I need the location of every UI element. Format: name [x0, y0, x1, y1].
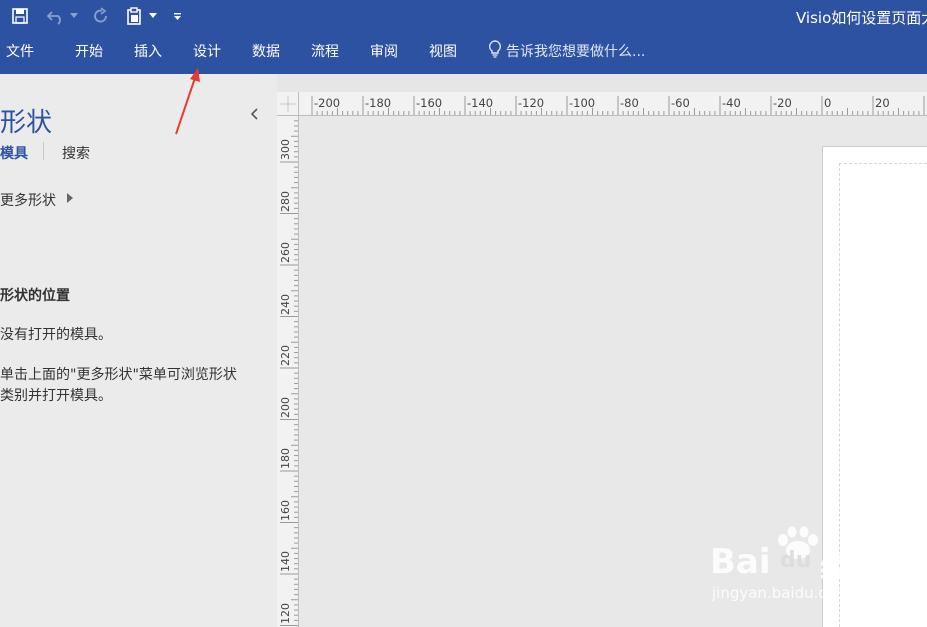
watermark-brand2: du: [780, 548, 812, 573]
hint-text-line2: 类别并打开模具。: [0, 388, 112, 404]
title-bar: Visio如何设置页面大: [0, 0, 927, 32]
tab-view[interactable]: 视图: [429, 41, 457, 61]
ruler-label: -160: [416, 96, 443, 110]
ruler-label: 20: [875, 96, 890, 110]
tab-file[interactable]: 文件: [6, 41, 34, 61]
tell-me-text: 告诉我您想要做什么...: [506, 44, 646, 60]
baidu-watermark: Bai du 经验 jingyan.baidu.com: [708, 524, 888, 604]
tab-design[interactable]: 设计: [193, 41, 221, 61]
more-shapes-button[interactable]: 更多形状: [0, 190, 74, 210]
ruler-label: 180: [279, 448, 292, 469]
tab-home[interactable]: 开始: [75, 41, 103, 61]
ruler-label: 240: [279, 293, 292, 315]
ruler-label: -180: [365, 96, 392, 110]
document-title: Visio如何设置页面大: [796, 9, 927, 27]
ribbon-tabs: 文件 开始 插入 设计 数据 流程 审阅 视图 告诉我您想要做什么...: [0, 32, 927, 74]
clipboard-icon[interactable]: [123, 5, 145, 27]
ruler-corner: [277, 92, 299, 116]
ruler-label: 260: [279, 242, 292, 263]
redo-icon[interactable]: [90, 5, 112, 27]
ruler-label: -20: [773, 96, 792, 110]
ruler-label: 140: [279, 551, 292, 572]
ruler-label: -100: [569, 96, 596, 110]
tab-review[interactable]: 审阅: [370, 41, 398, 61]
undo-icon[interactable]: [45, 5, 67, 27]
hint-text-line1: 单击上面的"更多形状"菜单可浏览形状: [0, 367, 237, 383]
tab-data[interactable]: 数据: [252, 41, 280, 61]
ruler-label: 220: [279, 345, 292, 366]
ruler-label: -120: [518, 96, 545, 110]
ruler-label: 0: [824, 96, 832, 110]
lightbulb-icon: [488, 40, 502, 62]
watermark-url: jingyan.baidu.com: [712, 584, 851, 602]
ruler-label: -80: [620, 96, 639, 110]
vertical-ruler[interactable]: 300 280 260 240 220 200 180 160 140 120: [277, 116, 299, 627]
horizontal-ruler[interactable]: -200 -180 -160 -140 -120 -100 -80 -60 -40 -20 0 20: [299, 92, 927, 116]
collapse-pane-icon[interactable]: [248, 106, 262, 122]
tab-separator: [43, 142, 44, 160]
ruler-label: 300: [279, 139, 292, 160]
ruler-label: -60: [671, 96, 690, 110]
tell-me-box[interactable]: 告诉我您想要做什么...: [488, 40, 645, 62]
shapes-pane-title: 形状: [0, 108, 53, 138]
ruler-label: 160: [279, 499, 292, 521]
clipboard-dropdown-icon[interactable]: [147, 5, 159, 27]
caret-right-icon: [66, 192, 74, 208]
ruler-label: 120: [279, 602, 292, 624]
customize-quick-access-icon[interactable]: [170, 5, 184, 27]
shapes-pane: 形状 模具 搜索 更多形状 形状的位置 没有打开的模具。 单击上面的"更多形状"…: [0, 74, 277, 627]
tab-stencils[interactable]: 模具: [0, 143, 28, 163]
tab-process[interactable]: 流程: [311, 41, 339, 61]
ruler-label: 280: [279, 190, 292, 212]
horizontal-ruler-ticks: [311, 96, 925, 115]
ruler-label: -40: [722, 96, 741, 110]
annotation-arrow: [175, 68, 200, 135]
more-shapes-label: 更多形状: [0, 193, 56, 209]
tab-insert[interactable]: 插入: [134, 41, 162, 61]
stencil-heading: 形状的位置: [0, 288, 70, 304]
undo-dropdown-icon[interactable]: [68, 5, 80, 27]
watermark-brand: Bai: [710, 542, 771, 582]
watermark-brand-cn: 经验: [820, 551, 877, 584]
save-icon[interactable]: [9, 5, 31, 27]
tab-search[interactable]: 搜索: [62, 143, 90, 163]
no-stencils-text: 没有打开的模具。: [0, 327, 112, 343]
ruler-label: 200: [279, 396, 292, 418]
ruler-label: -140: [467, 96, 494, 110]
ruler-label: -200: [314, 96, 341, 110]
